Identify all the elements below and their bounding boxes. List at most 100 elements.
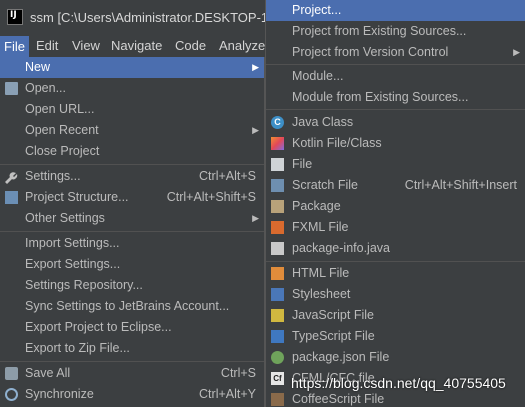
menu-analyze[interactable]: Analyze (219, 38, 265, 53)
new-package-label: Package (292, 199, 341, 213)
file-export-eclipse[interactable]: Export Project to Eclipse... (0, 317, 264, 338)
new-package-info[interactable]: package-info.java (266, 238, 525, 259)
shortcut: Ctrl+Alt+Shift+Insert (404, 178, 517, 192)
coffeescript-icon (271, 393, 284, 406)
separator (266, 109, 525, 110)
new-module-label: Module... (292, 69, 344, 83)
new-file[interactable]: File (266, 154, 525, 175)
file-export-settings-label: Export Settings... (25, 257, 121, 271)
new-submenu: Project... Project from Existing Sources… (265, 0, 525, 407)
file-import-settings[interactable]: Import Settings... (0, 233, 264, 254)
typescript-icon (271, 330, 284, 343)
file-open-url-label: Open URL... (25, 102, 95, 116)
javascript-icon (271, 309, 284, 322)
new-stylesheet[interactable]: Stylesheet (266, 284, 525, 305)
new-typescript[interactable]: TypeScript File (266, 326, 525, 347)
new-java-class[interactable]: C Java Class (266, 112, 525, 133)
new-file-label: File (292, 157, 313, 171)
menu-edit[interactable]: Edit (36, 38, 58, 53)
new-html[interactable]: HTML File (266, 263, 525, 284)
file-new-label: New (25, 60, 51, 74)
new-typescript-label: TypeScript File (292, 329, 375, 343)
shortcut: Ctrl+Alt+S (199, 169, 256, 183)
file-open-url[interactable]: Open URL... (0, 99, 264, 120)
window-title: ssm [C:\Users\Administrator.DESKTOP-19 (30, 10, 276, 25)
new-package-json[interactable]: package.json File (266, 347, 525, 368)
new-javascript[interactable]: JavaScript File (266, 305, 525, 326)
file-save-all-label: Save All (25, 366, 71, 380)
new-package-info-label: package-info.java (292, 241, 390, 255)
file-other-settings-label: Other Settings (25, 211, 105, 225)
file-new[interactable]: New ▶ (0, 57, 264, 78)
new-module-existing[interactable]: Module from Existing Sources... (266, 87, 525, 108)
file-other-settings[interactable]: Other Settings ▶ (0, 208, 264, 229)
new-package[interactable]: Package (266, 196, 525, 217)
new-module[interactable]: Module... (266, 66, 525, 87)
wrench-icon (5, 170, 18, 184)
html-icon (271, 267, 284, 280)
scratch-icon (271, 179, 284, 192)
file-settings-repository-label: Settings Repository... (25, 278, 143, 292)
new-stylesheet-label: Stylesheet (292, 287, 351, 301)
menu-view[interactable]: View (72, 38, 100, 53)
shortcut: Ctrl+Alt+Shift+S (166, 190, 256, 204)
shortcut: Ctrl+Alt+Y (199, 387, 256, 401)
file-export-settings[interactable]: Export Settings... (0, 254, 264, 275)
menu-file[interactable]: File (0, 36, 29, 57)
file-import-settings-label: Import Settings... (25, 236, 120, 250)
separator (266, 261, 525, 262)
nodejs-icon (271, 351, 284, 364)
new-html-label: HTML File (292, 266, 350, 280)
new-package-json-label: package.json File (292, 350, 390, 364)
file-sync-settings-label: Sync Settings to JetBrains Account... (25, 299, 230, 313)
new-fxml[interactable]: FXML File (266, 217, 525, 238)
file-project-structure[interactable]: Project Structure... Ctrl+Alt+Shift+S (0, 187, 264, 208)
menu-navigate[interactable]: Navigate (111, 38, 162, 53)
submenu-arrow-icon: ▶ (252, 62, 259, 72)
file-open[interactable]: Open... (0, 78, 264, 99)
new-project-existing-label: Project from Existing Sources... (292, 24, 467, 38)
new-scratch-label: Scratch File (292, 178, 358, 192)
intellij-logo-icon (7, 9, 23, 25)
fxml-icon (271, 221, 284, 234)
project-structure-icon (5, 191, 18, 204)
file-open-recent[interactable]: Open Recent ▶ (0, 120, 264, 141)
package-icon (271, 200, 284, 213)
watermark-text: https://blog.csdn.net/qq_40755405 (291, 375, 506, 391)
submenu-arrow-icon: ▶ (252, 213, 259, 223)
sync-icon (5, 388, 18, 401)
menu-code[interactable]: Code (175, 38, 206, 53)
file-save-all[interactable]: Save All Ctrl+S (0, 363, 264, 384)
file-icon (271, 158, 284, 171)
file-settings-repository[interactable]: Settings Repository... (0, 275, 264, 296)
new-coffeescript-label: CoffeeScript File (292, 392, 385, 406)
new-coffeescript[interactable]: CoffeeScript File (266, 389, 525, 407)
file-close-project-label: Close Project (25, 144, 100, 158)
file-export-eclipse-label: Export Project to Eclipse... (25, 320, 172, 334)
kotlin-icon (271, 137, 284, 150)
package-info-icon (271, 242, 284, 255)
file-synchronize-label: Synchronize (25, 387, 94, 401)
file-export-zip[interactable]: Export to Zip File... (0, 338, 264, 359)
file-settings[interactable]: Settings... Ctrl+Alt+S (0, 166, 264, 187)
new-project[interactable]: Project... (266, 0, 525, 21)
new-project-existing[interactable]: Project from Existing Sources... (266, 21, 525, 42)
file-open-recent-label: Open Recent (25, 123, 99, 137)
submenu-arrow-icon: ▶ (252, 125, 259, 135)
cfml-icon: Cf (271, 372, 284, 385)
file-export-zip-label: Export to Zip File... (25, 341, 130, 355)
file-sync-settings[interactable]: Sync Settings to JetBrains Account... (0, 296, 264, 317)
new-scratch[interactable]: Scratch File Ctrl+Alt+Shift+Insert (266, 175, 525, 196)
file-synchronize[interactable]: Synchronize Ctrl+Alt+Y (0, 384, 264, 405)
folder-icon (5, 82, 18, 95)
file-open-label: Open... (25, 81, 66, 95)
file-close-project[interactable]: Close Project (0, 141, 264, 162)
file-dropdown: New ▶ Open... Open URL... Open Recent ▶ … (0, 57, 265, 407)
new-kotlin-label: Kotlin File/Class (292, 136, 382, 150)
separator (0, 361, 264, 362)
new-kotlin[interactable]: Kotlin File/Class (266, 133, 525, 154)
new-project-vcs[interactable]: Project from Version Control ▶ (266, 42, 525, 63)
file-project-structure-label: Project Structure... (25, 190, 129, 204)
submenu-arrow-icon: ▶ (513, 47, 520, 57)
new-java-class-label: Java Class (292, 115, 354, 129)
